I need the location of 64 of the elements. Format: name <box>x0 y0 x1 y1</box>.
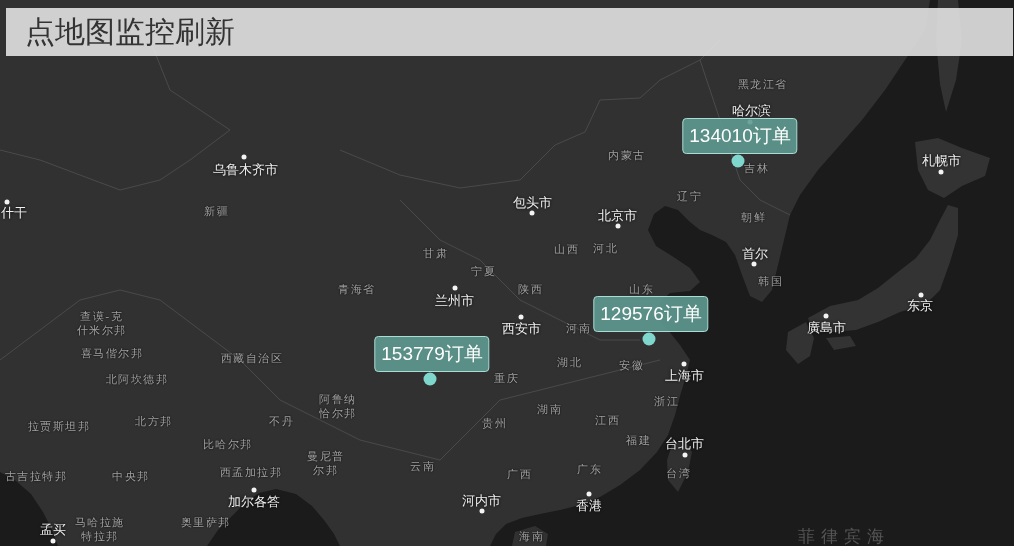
order-count-tooltip: 134010订单 <box>682 118 798 154</box>
city-label: 首尔 <box>742 245 768 261</box>
city-label: 札幌市 <box>921 152 961 168</box>
city-label: 河内市 <box>461 492 501 508</box>
order-count-tooltip: 129576订单 <box>593 296 709 332</box>
region-label: 河南 <box>565 322 592 336</box>
city-label: 什干 <box>1 204 27 220</box>
city-label: 东京 <box>907 297 933 313</box>
region-label: 不丹 <box>268 415 295 429</box>
region-label: 甘肃 <box>422 247 449 261</box>
region-label: 韩国 <box>757 275 784 289</box>
region-label: 新疆 <box>203 205 230 219</box>
city-label: 廣島市 <box>806 319 846 335</box>
region-label: 海南 <box>518 530 545 544</box>
region-label: 黑龙江省 <box>736 78 788 92</box>
region-label: 曼尼普尔邦 <box>306 450 346 478</box>
city-label: 北京市 <box>597 207 637 223</box>
city-label: 上海市 <box>664 367 704 383</box>
region-label: 重庆 <box>493 372 520 386</box>
region-label: 广东 <box>576 463 603 477</box>
region-label: 河北 <box>592 242 619 256</box>
region-label: 阿鲁纳恰尔邦 <box>318 393 358 421</box>
region-label: 宁夏 <box>470 265 497 279</box>
region-label: 北方邦 <box>134 415 173 429</box>
region-label: 云南 <box>409 460 436 474</box>
region-label: 西藏自治区 <box>219 352 283 366</box>
region-label: 青海省 <box>337 283 376 297</box>
region-label: 广西 <box>506 468 533 482</box>
region-label: 湖南 <box>536 403 563 417</box>
city-label: 加尔各答 <box>228 493 280 509</box>
city-label: 西安市 <box>501 320 541 336</box>
region-label: 奥里萨邦 <box>179 516 231 530</box>
region-label: 福建 <box>625 434 652 448</box>
page-title: 点地图监控刷新 <box>25 14 235 50</box>
region-label: 内蒙古 <box>607 149 646 163</box>
region-label: 台湾 <box>665 467 692 481</box>
region-label: 马哈拉施特拉邦 <box>73 516 126 544</box>
city-label: 台北市 <box>664 435 704 451</box>
order-count-tooltip: 153779订单 <box>374 336 490 372</box>
region-label: 中央邦 <box>111 470 150 484</box>
region-label: 山东 <box>628 283 655 297</box>
city-label: 香港 <box>576 497 602 513</box>
city-label: 乌鲁木齐市 <box>212 161 278 177</box>
region-label: 古吉拉特邦 <box>3 470 67 484</box>
region-label: 贵州 <box>481 417 508 431</box>
region-label: 江西 <box>594 414 621 428</box>
region-label: 查谟-克什米尔邦 <box>75 310 128 338</box>
region-label: 安徽 <box>618 359 645 373</box>
region-label: 喜马偕尔邦 <box>79 347 143 361</box>
region-label: 辽宁 <box>676 190 703 204</box>
region-label: 拉贾斯坦邦 <box>26 420 90 434</box>
region-label: 浙江 <box>653 395 680 409</box>
city-label: 包头市 <box>512 194 552 210</box>
region-label: 比哈尔邦 <box>201 438 253 452</box>
region-label: 吉林 <box>743 162 770 176</box>
region-label: 西孟加拉邦 <box>218 466 282 480</box>
city-label: 孟买 <box>40 521 66 537</box>
region-label: 北阿坎德邦 <box>104 373 168 387</box>
city-label: 哈尔滨 <box>731 102 771 118</box>
region-label: 陕西 <box>517 283 544 297</box>
city-label: 兰州市 <box>434 292 474 308</box>
region-label: 山西 <box>553 243 580 257</box>
region-label: 朝鲜 <box>740 211 767 225</box>
region-label: 湖北 <box>556 356 583 370</box>
